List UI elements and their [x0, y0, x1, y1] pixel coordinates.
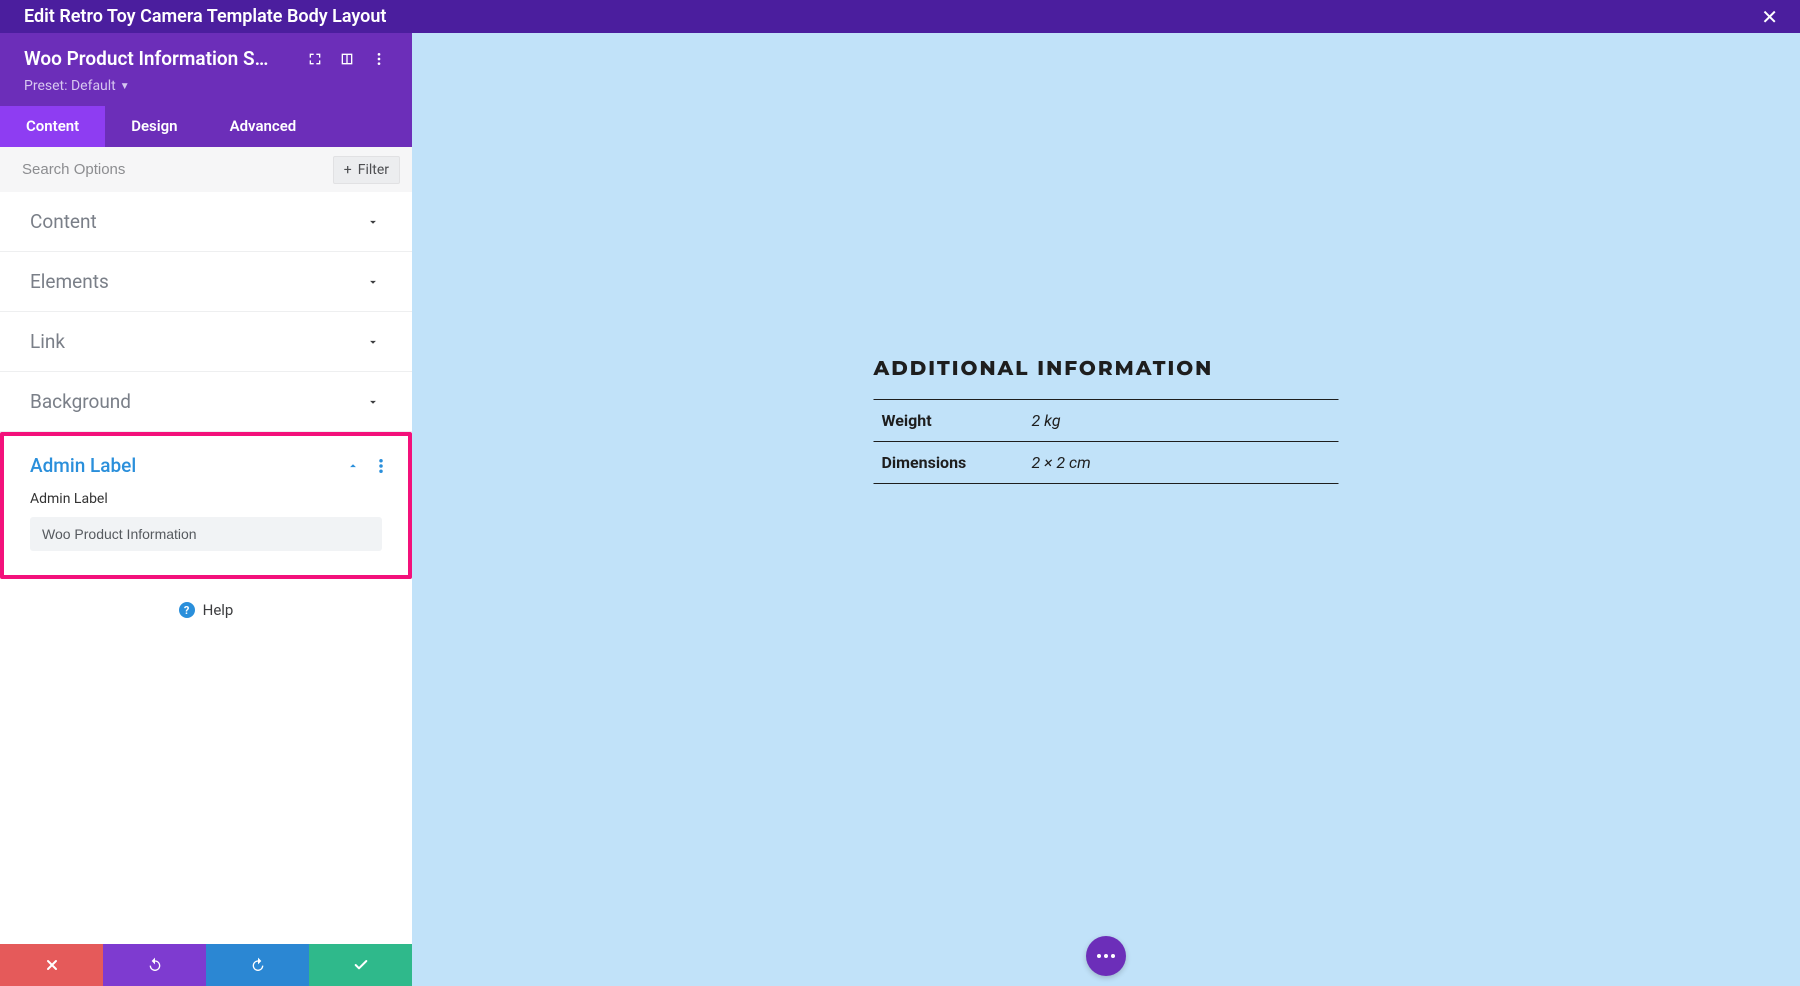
sections-list: Content Elements Link Background — [0, 192, 412, 944]
close-icon — [44, 957, 60, 973]
info-value: 2 × 2 cm — [1024, 442, 1339, 484]
tab-advanced[interactable]: Advanced — [204, 106, 323, 147]
section-title: Admin Label — [30, 454, 136, 477]
section-link[interactable]: Link — [0, 312, 412, 372]
caret-down-icon: ▼ — [120, 81, 130, 92]
settings-tabs: Content Design Advanced — [0, 106, 412, 147]
chevron-up-icon — [344, 459, 362, 473]
redo-button[interactable] — [206, 944, 309, 986]
info-key: Weight — [874, 400, 1024, 442]
field-label: Admin Label — [30, 491, 382, 507]
admin-label-body: Admin Label — [4, 487, 408, 575]
chevron-down-icon — [364, 395, 382, 409]
chevron-down-icon — [364, 215, 382, 229]
redo-icon — [250, 957, 266, 973]
kebab-icon[interactable] — [370, 50, 388, 68]
preset-selector[interactable]: Preset: Default ▼ — [24, 78, 130, 94]
dot-icon — [1097, 954, 1101, 958]
close-icon[interactable]: ✕ — [1753, 1, 1786, 33]
help-label: Help — [203, 601, 234, 619]
section-content[interactable]: Content — [0, 192, 412, 252]
plus-icon: + — [344, 162, 352, 178]
info-key: Dimensions — [874, 442, 1024, 484]
admin-label-input[interactable] — [30, 517, 382, 551]
info-value: 2 kg — [1024, 400, 1339, 442]
section-title: Elements — [30, 270, 109, 293]
section-title: Content — [30, 210, 97, 233]
responsive-icon[interactable] — [338, 50, 356, 68]
table-row: Dimensions 2 × 2 cm — [874, 442, 1339, 484]
module-title: Woo Product Information S… — [24, 47, 292, 70]
settings-sidebar: Woo Product Information S… Preset: Defau… — [0, 33, 412, 986]
floating-action-button[interactable] — [1086, 936, 1126, 976]
expand-icon[interactable] — [306, 50, 324, 68]
undo-button[interactable] — [103, 944, 206, 986]
chevron-down-icon — [364, 335, 382, 349]
titlebar-title: Edit Retro Toy Camera Template Body Layo… — [24, 6, 386, 27]
undo-icon — [147, 957, 163, 973]
filter-label: Filter — [358, 162, 389, 178]
section-title: Link — [30, 330, 65, 353]
admin-label-header[interactable]: Admin Label — [4, 436, 408, 487]
main-area: Woo Product Information S… Preset: Defau… — [0, 33, 1800, 986]
section-admin-label: Admin Label Admin Label — [0, 432, 412, 579]
section-background[interactable]: Background — [0, 372, 412, 432]
help-icon: ? — [179, 602, 195, 618]
additional-information-block: ADDITIONAL INFORMATION Weight 2 kg Dimen… — [874, 357, 1339, 484]
module-header: Woo Product Information S… Preset: Defau… — [0, 33, 412, 106]
cancel-button[interactable] — [0, 944, 103, 986]
check-icon — [353, 957, 369, 973]
search-input[interactable] — [12, 155, 333, 184]
kebab-icon[interactable] — [372, 459, 390, 473]
info-heading: ADDITIONAL INFORMATION — [874, 357, 1339, 381]
section-title: Background — [30, 390, 131, 413]
titlebar: Edit Retro Toy Camera Template Body Layo… — [0, 0, 1800, 33]
table-row: Weight 2 kg — [874, 400, 1339, 442]
chevron-down-icon — [364, 275, 382, 289]
preset-label: Preset: Default — [24, 78, 116, 94]
action-bar — [0, 944, 412, 986]
search-row: + Filter — [0, 147, 412, 192]
dot-icon — [1104, 954, 1108, 958]
section-elements[interactable]: Elements — [0, 252, 412, 312]
tab-design[interactable]: Design — [105, 106, 203, 147]
save-button[interactable] — [309, 944, 412, 986]
info-table: Weight 2 kg Dimensions 2 × 2 cm — [874, 399, 1339, 484]
dot-icon — [1111, 954, 1115, 958]
tab-content[interactable]: Content — [0, 106, 105, 147]
preview-canvas: ADDITIONAL INFORMATION Weight 2 kg Dimen… — [412, 33, 1800, 986]
filter-button[interactable]: + Filter — [333, 156, 400, 184]
help-link[interactable]: ? Help — [0, 579, 412, 637]
